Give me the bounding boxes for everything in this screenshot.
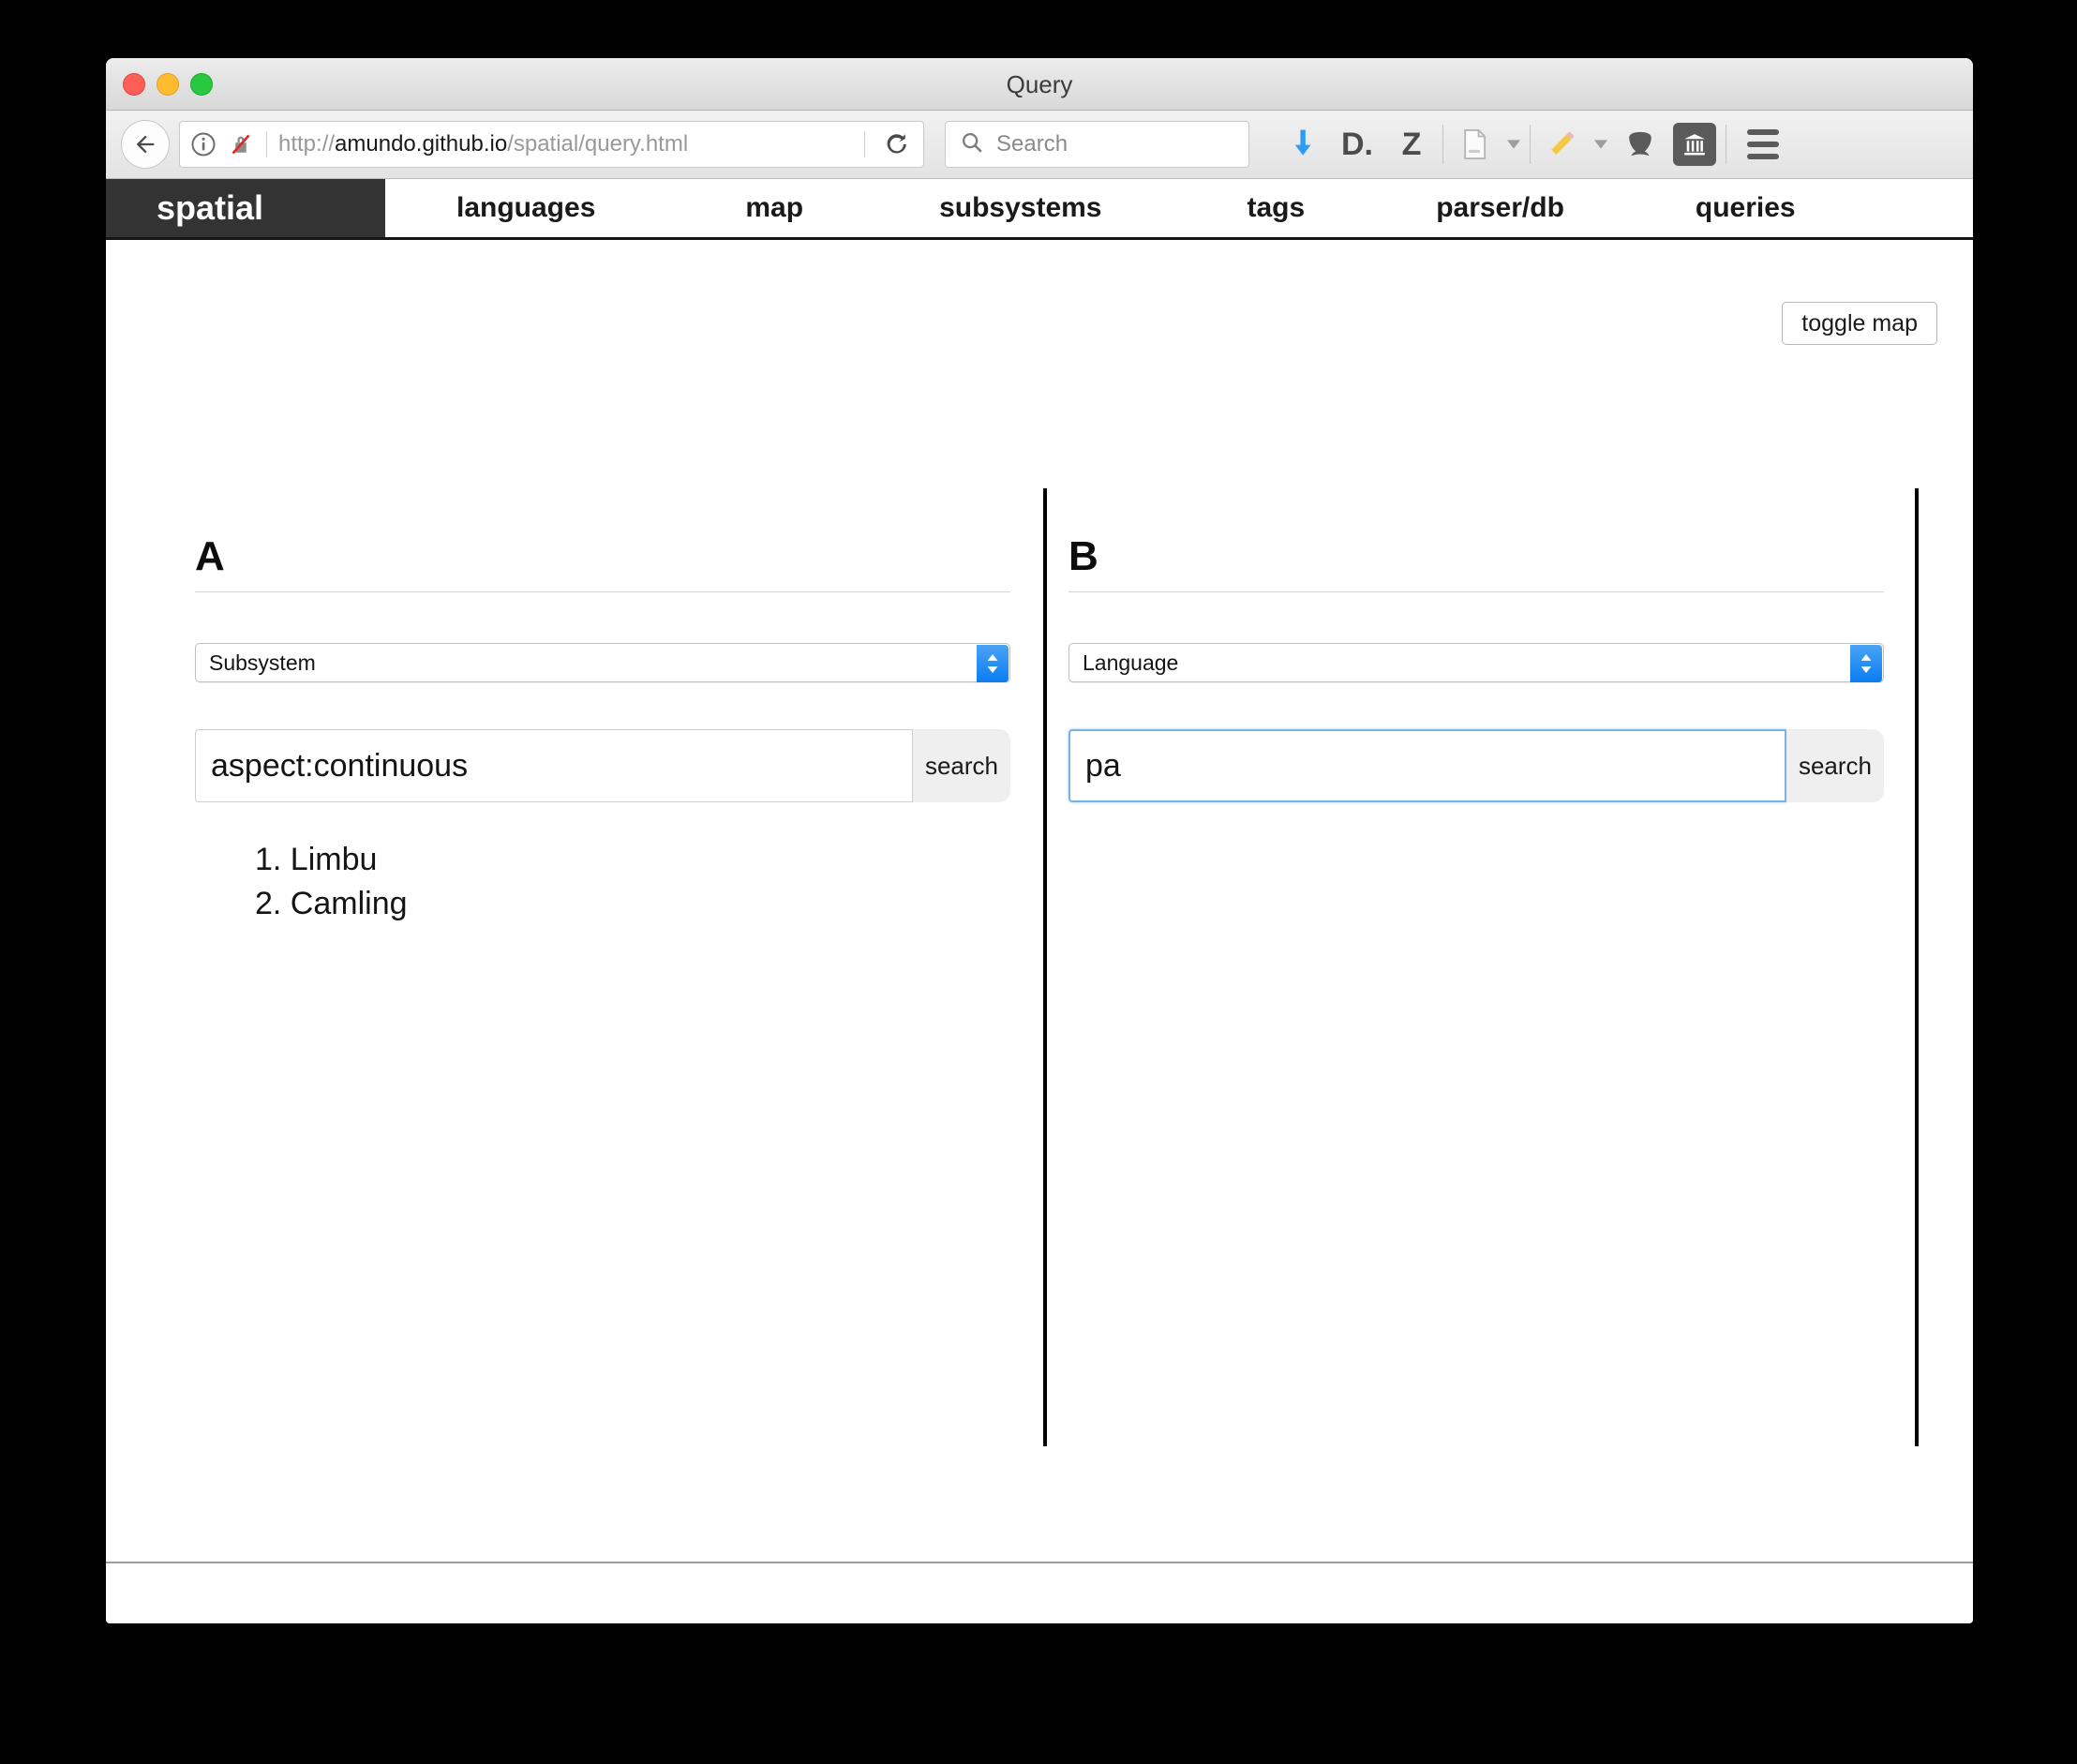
browser-toolbar: http://amundo.github.io/spatial/query.ht… bbox=[106, 111, 1973, 179]
panel-b-title: B bbox=[1068, 533, 1884, 592]
hamburger-menu-icon[interactable] bbox=[1730, 118, 1796, 171]
lock-crossed-out-icon[interactable] bbox=[227, 130, 255, 158]
panel-a-query-input[interactable]: aspect:continuous bbox=[195, 729, 913, 802]
panel-b-query-input[interactable]: pa bbox=[1068, 729, 1786, 802]
panel-b-search-button[interactable]: search bbox=[1786, 729, 1884, 802]
info-icon[interactable] bbox=[189, 130, 217, 158]
browser-search-placeholder: Search bbox=[996, 131, 1068, 157]
highlighter-pencil-icon[interactable] bbox=[1534, 118, 1589, 171]
page-dropdown-caret-icon[interactable] bbox=[1502, 118, 1526, 171]
highlighter-dropdown-caret-icon[interactable] bbox=[1589, 118, 1613, 171]
window-title: Query bbox=[106, 70, 1973, 99]
panel-a-title: A bbox=[195, 533, 1010, 592]
select-stepper-icon bbox=[1850, 645, 1882, 682]
footer-divider bbox=[106, 1562, 1973, 1563]
site-brand[interactable]: spatial bbox=[106, 179, 385, 237]
archive-icon[interactable] bbox=[1667, 118, 1722, 171]
nav-item-parser-db[interactable]: parser/db bbox=[1436, 192, 1564, 224]
browser-search-box[interactable]: Search bbox=[945, 121, 1249, 168]
panel-a-search-button[interactable]: search bbox=[913, 729, 1010, 802]
panel-divider-middle bbox=[1043, 488, 1047, 1446]
panel-a-results: 1. Limbu 2. Camling bbox=[195, 838, 1010, 925]
pocket-icon[interactable] bbox=[1613, 118, 1667, 171]
zotero-z-icon[interactable]: Z bbox=[1384, 118, 1439, 171]
list-item[interactable]: 1. Limbu bbox=[255, 838, 1010, 882]
panel-a-type-select-value: Subsystem bbox=[196, 650, 316, 676]
reload-separator bbox=[864, 131, 865, 157]
nav-item-tags[interactable]: tags bbox=[1248, 192, 1306, 224]
page-document-icon[interactable] bbox=[1447, 118, 1502, 171]
browser-window: Query bbox=[106, 58, 1973, 1623]
query-panel-a: A Subsystem aspect:continuous search bbox=[195, 488, 1010, 925]
archive-icon-box bbox=[1673, 123, 1716, 166]
panel-a-type-select[interactable]: Subsystem bbox=[195, 643, 1010, 682]
list-item[interactable]: 2. Camling bbox=[255, 882, 1010, 926]
back-arrow-icon bbox=[132, 131, 158, 157]
panel-b-search-row: pa search bbox=[1068, 729, 1884, 802]
address-bar-url: http://amundo.github.io/spatial/query.ht… bbox=[278, 131, 853, 157]
toolbar-divider bbox=[1442, 125, 1443, 164]
dictionary-d-icon[interactable]: D. bbox=[1330, 118, 1384, 171]
nav-item-languages[interactable]: languages bbox=[456, 192, 595, 224]
nav-item-queries[interactable]: queries bbox=[1696, 192, 1796, 224]
reload-icon[interactable] bbox=[876, 129, 918, 159]
toggle-map-button[interactable]: toggle map bbox=[1782, 302, 1937, 345]
panel-b-type-select-value: Language bbox=[1069, 650, 1178, 676]
back-button[interactable] bbox=[121, 120, 170, 169]
browser-toolbar-icons: D. Z bbox=[1276, 118, 1796, 171]
magnifier-icon bbox=[959, 129, 985, 160]
nav-item-map[interactable]: map bbox=[745, 192, 803, 224]
panel-a-search-row: aspect:continuous search bbox=[195, 729, 1010, 802]
downloads-arrow-icon[interactable] bbox=[1276, 118, 1330, 171]
toolbar-divider bbox=[1530, 125, 1531, 164]
site-nav-links: languages map subsystems tags parser/db … bbox=[385, 179, 1973, 237]
select-stepper-icon bbox=[977, 645, 1009, 682]
window-titlebar: Query bbox=[106, 58, 1973, 111]
site-navigation: spatial languages map subsystems tags pa… bbox=[106, 179, 1973, 240]
address-bar[interactable]: http://amundo.github.io/spatial/query.ht… bbox=[179, 121, 924, 168]
panel-b-type-select[interactable]: Language bbox=[1068, 643, 1884, 682]
query-panel-b: B Language pa search bbox=[1068, 488, 1884, 838]
hamburger-bars bbox=[1747, 129, 1779, 159]
nav-item-subsystems[interactable]: subsystems bbox=[939, 192, 1101, 224]
query-area: A Subsystem aspect:continuous search bbox=[106, 488, 1973, 1454]
panel-divider-right bbox=[1915, 488, 1919, 1446]
page-content: spatial languages map subsystems tags pa… bbox=[106, 179, 1973, 1622]
address-bar-separator bbox=[266, 131, 267, 157]
